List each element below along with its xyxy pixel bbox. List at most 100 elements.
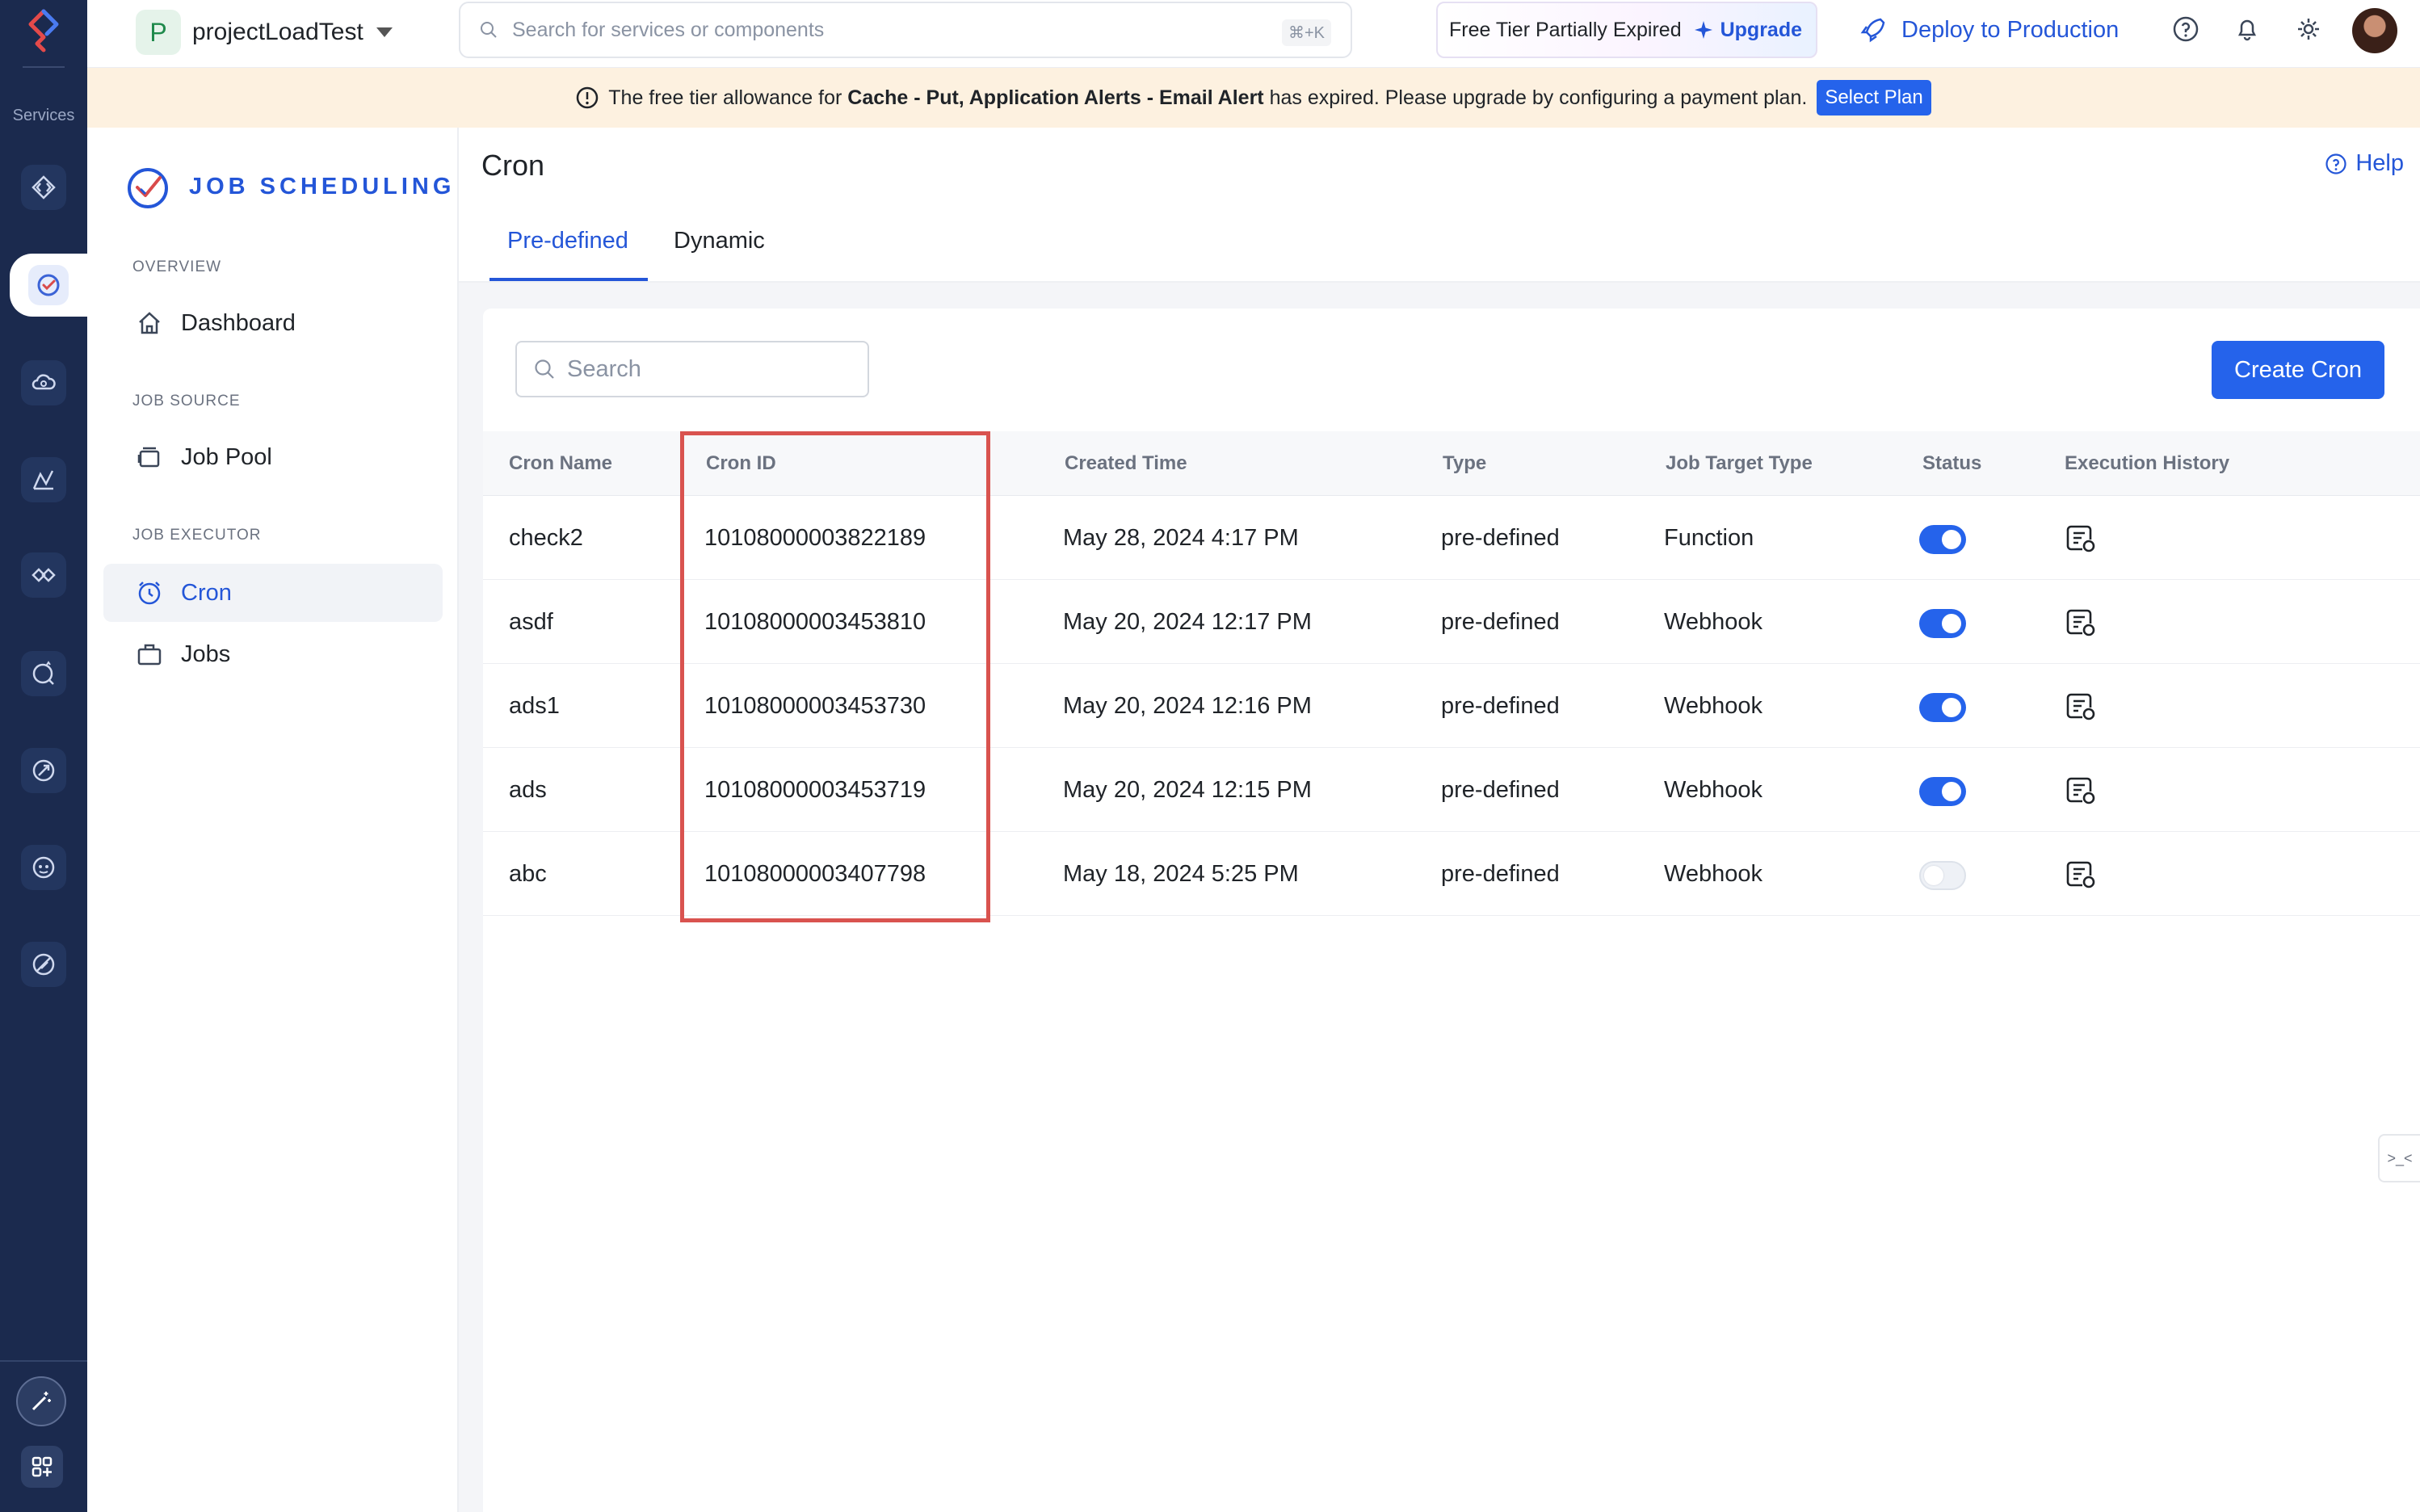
project-avatar: P (136, 10, 181, 55)
signals-icon[interactable] (21, 942, 66, 987)
catalyst-logo-icon[interactable] (24, 8, 63, 53)
sidebar-item-cron[interactable]: Cron (103, 564, 443, 622)
cron-name: ads1 (509, 693, 560, 719)
cron-name: check2 (509, 525, 583, 551)
tab-pre-defined[interactable]: Pre-defined (507, 228, 628, 254)
column-header[interactable]: Status (1922, 452, 1981, 475)
home-icon (139, 312, 160, 334)
status-toggle[interactable] (1919, 777, 1966, 806)
bell-icon[interactable] (2229, 11, 2265, 47)
column-header[interactable]: Type (1443, 452, 1486, 475)
alarm-clock-icon (138, 582, 161, 605)
status-toggle[interactable] (1919, 693, 1966, 722)
help-link[interactable]: Help (2325, 150, 2404, 177)
search-icon (481, 22, 497, 38)
tier-status-text: Free Tier Partially Expired (1449, 18, 1682, 41)
job-target-type: Function (1664, 525, 1754, 551)
sparkle-icon (1694, 21, 1712, 39)
column-header[interactable]: Created Time (1065, 452, 1187, 475)
analytics-icon[interactable] (21, 457, 66, 502)
tab-dynamic[interactable]: Dynamic (674, 228, 765, 254)
execution-history-icon[interactable] (2065, 522, 2097, 554)
status-toggle[interactable] (1919, 609, 1966, 638)
gear-icon[interactable] (2291, 11, 2326, 47)
job-scheduling-icon[interactable] (10, 254, 87, 317)
cron-type: pre-defined (1441, 693, 1560, 719)
global-search-input[interactable]: Search for services or components ⌘+K (459, 2, 1352, 58)
rocket-icon (1860, 18, 1885, 43)
page-header: Cron Help Pre-defined Dynamic (459, 128, 2420, 283)
console-edge-tab[interactable]: >_< (2378, 1134, 2420, 1182)
page-title: Cron (481, 149, 545, 182)
cloud-scale-icon[interactable] (21, 360, 66, 405)
section-overview: OVERVIEW (132, 258, 222, 275)
created-time: May 28, 2024 4:17 PM (1063, 525, 1299, 551)
cron-type: pre-defined (1441, 861, 1560, 887)
cron-name: asdf (509, 609, 553, 635)
cron-type: pre-defined (1441, 609, 1560, 635)
apps-grid-icon[interactable] (21, 1446, 63, 1488)
banner-suffix: has expired. Please upgrade by configuri… (1269, 86, 1808, 109)
job-target-type: Webhook (1664, 861, 1762, 887)
created-time: May 20, 2024 12:16 PM (1063, 693, 1312, 719)
sidebar-item-label: Job Pool (181, 443, 272, 470)
services-label: Services (12, 107, 75, 124)
shortcut-hint: ⌘+K (1281, 19, 1331, 46)
project-switcher[interactable]: P projectLoadTest (136, 6, 393, 58)
job-scheduling-sidebar: JOB SCHEDULING OVERVIEW Dashboard JOB SO… (87, 128, 459, 1512)
cron-type: pre-defined (1441, 777, 1560, 803)
cron-search-placeholder: Search (567, 355, 641, 382)
column-header[interactable]: Job Target Type (1666, 452, 1813, 475)
serverless-icon[interactable] (21, 165, 66, 210)
service-brand: JOB SCHEDULING (124, 163, 455, 210)
status-toggle[interactable] (1919, 525, 1966, 554)
help-circle-icon[interactable] (2168, 11, 2204, 47)
sidebar-item-job-pool[interactable]: Job Pool (103, 428, 443, 486)
job-target-type: Webhook (1664, 609, 1762, 635)
cron-name: ads (509, 777, 547, 803)
quick-ml-icon[interactable] (21, 651, 66, 696)
column-header[interactable]: Execution History (2065, 452, 2229, 475)
deploy-to-production-button[interactable]: Deploy to Production (1859, 11, 2119, 48)
user-avatar[interactable] (2352, 8, 2397, 53)
cron-id-highlight-box (680, 431, 990, 922)
status-toggle[interactable] (1919, 861, 1966, 890)
magic-wand-icon[interactable] (16, 1376, 66, 1426)
active-tab-indicator (489, 278, 648, 281)
job-target-type: Webhook (1664, 693, 1762, 719)
create-cron-button[interactable]: Create Cron (2212, 341, 2384, 399)
service-title: JOB SCHEDULING (189, 173, 456, 200)
cron-search-input[interactable]: Search (515, 341, 869, 397)
banner-services: Cache - Put, Application Alerts - Email … (847, 86, 1264, 109)
rail-divider (23, 66, 65, 68)
sidebar-item-dashboard[interactable]: Dashboard (103, 294, 443, 352)
service-rail: Services (0, 0, 87, 1512)
devops-icon[interactable] (21, 748, 66, 793)
select-plan-button[interactable]: Select Plan (1817, 80, 1931, 116)
created-time: May 20, 2024 12:15 PM (1063, 777, 1312, 803)
created-time: May 18, 2024 5:25 PM (1063, 861, 1299, 887)
help-label: Help (2355, 150, 2404, 176)
expiry-banner: The free tier allowance for Cache - Put,… (87, 68, 2420, 128)
execution-history-icon[interactable] (2065, 606, 2097, 638)
global-search-placeholder: Search for services or components (512, 18, 825, 41)
integrations-icon[interactable] (21, 552, 66, 598)
free-tier-status[interactable]: Free Tier Partially Expired Upgrade (1436, 2, 1817, 58)
search-icon (535, 359, 554, 379)
upgrade-link[interactable]: Upgrade (1720, 19, 1802, 42)
created-time: May 20, 2024 12:17 PM (1063, 609, 1312, 635)
zia-icon[interactable] (21, 845, 66, 890)
chevron-down-icon (376, 27, 393, 37)
help-circle-icon (2325, 153, 2346, 174)
top-bar: P projectLoadTest Search for services or… (87, 0, 2420, 68)
sidebar-item-label: Jobs (181, 640, 231, 667)
execution-history-icon[interactable] (2065, 774, 2097, 806)
execution-history-icon[interactable] (2065, 690, 2097, 722)
job-scheduling-logo-icon (128, 168, 168, 208)
sidebar-item-jobs[interactable]: Jobs (103, 625, 443, 683)
sidebar-item-label: Dashboard (181, 309, 296, 336)
execution-history-icon[interactable] (2065, 858, 2097, 890)
cron-name: abc (509, 861, 547, 887)
rail-bottom-divider (0, 1360, 87, 1362)
column-header[interactable]: Cron Name (509, 452, 612, 475)
